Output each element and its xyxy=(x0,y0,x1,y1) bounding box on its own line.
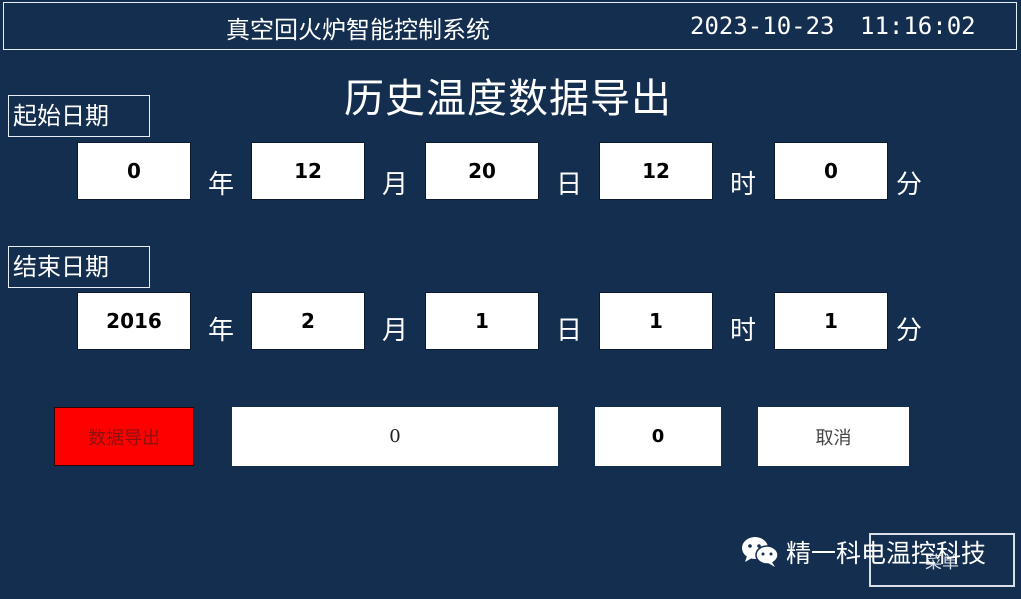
start-hour-unit: 时 xyxy=(730,170,757,200)
end-month-unit: 月 xyxy=(382,316,409,346)
end-date-label: 结束日期 xyxy=(8,246,150,288)
start-minute-input[interactable]: 0 xyxy=(774,142,888,200)
start-day-unit: 日 xyxy=(556,170,583,200)
start-minute-unit: 分 xyxy=(896,170,923,200)
end-day-unit: 日 xyxy=(556,316,583,346)
end-minute-unit: 分 xyxy=(896,316,923,346)
end-year-input[interactable]: 2016 xyxy=(77,292,191,350)
start-day-input[interactable]: 20 xyxy=(425,142,539,200)
end-minute-input[interactable]: 1 xyxy=(774,292,888,350)
app-title: 真空回火炉智能控制系统 xyxy=(226,16,490,44)
export-data-button[interactable]: 数据导出 xyxy=(54,407,194,466)
start-date-label: 起始日期 xyxy=(8,95,150,137)
record-count-field: 0 xyxy=(595,407,721,466)
cancel-button[interactable]: 取消 xyxy=(758,407,909,466)
start-year-input[interactable]: 0 xyxy=(77,142,191,200)
watermark-text: 精一科电温控科技 xyxy=(786,539,987,568)
end-hour-input[interactable]: 1 xyxy=(599,292,713,350)
start-month-input[interactable]: 12 xyxy=(251,142,365,200)
end-day-input[interactable]: 1 xyxy=(425,292,539,350)
export-progress-field: 0 xyxy=(232,407,558,466)
wechat-icon xyxy=(740,534,780,568)
start-month-unit: 月 xyxy=(382,170,409,200)
end-year-unit: 年 xyxy=(208,316,235,346)
date-display: 2023-10-23 xyxy=(690,12,835,40)
start-year-unit: 年 xyxy=(208,170,235,200)
start-hour-input[interactable]: 12 xyxy=(599,142,713,200)
time-display: 11:16:02 xyxy=(860,12,976,40)
end-month-input[interactable]: 2 xyxy=(251,292,365,350)
end-hour-unit: 时 xyxy=(730,316,757,346)
page-title: 历史温度数据导出 xyxy=(344,76,672,122)
